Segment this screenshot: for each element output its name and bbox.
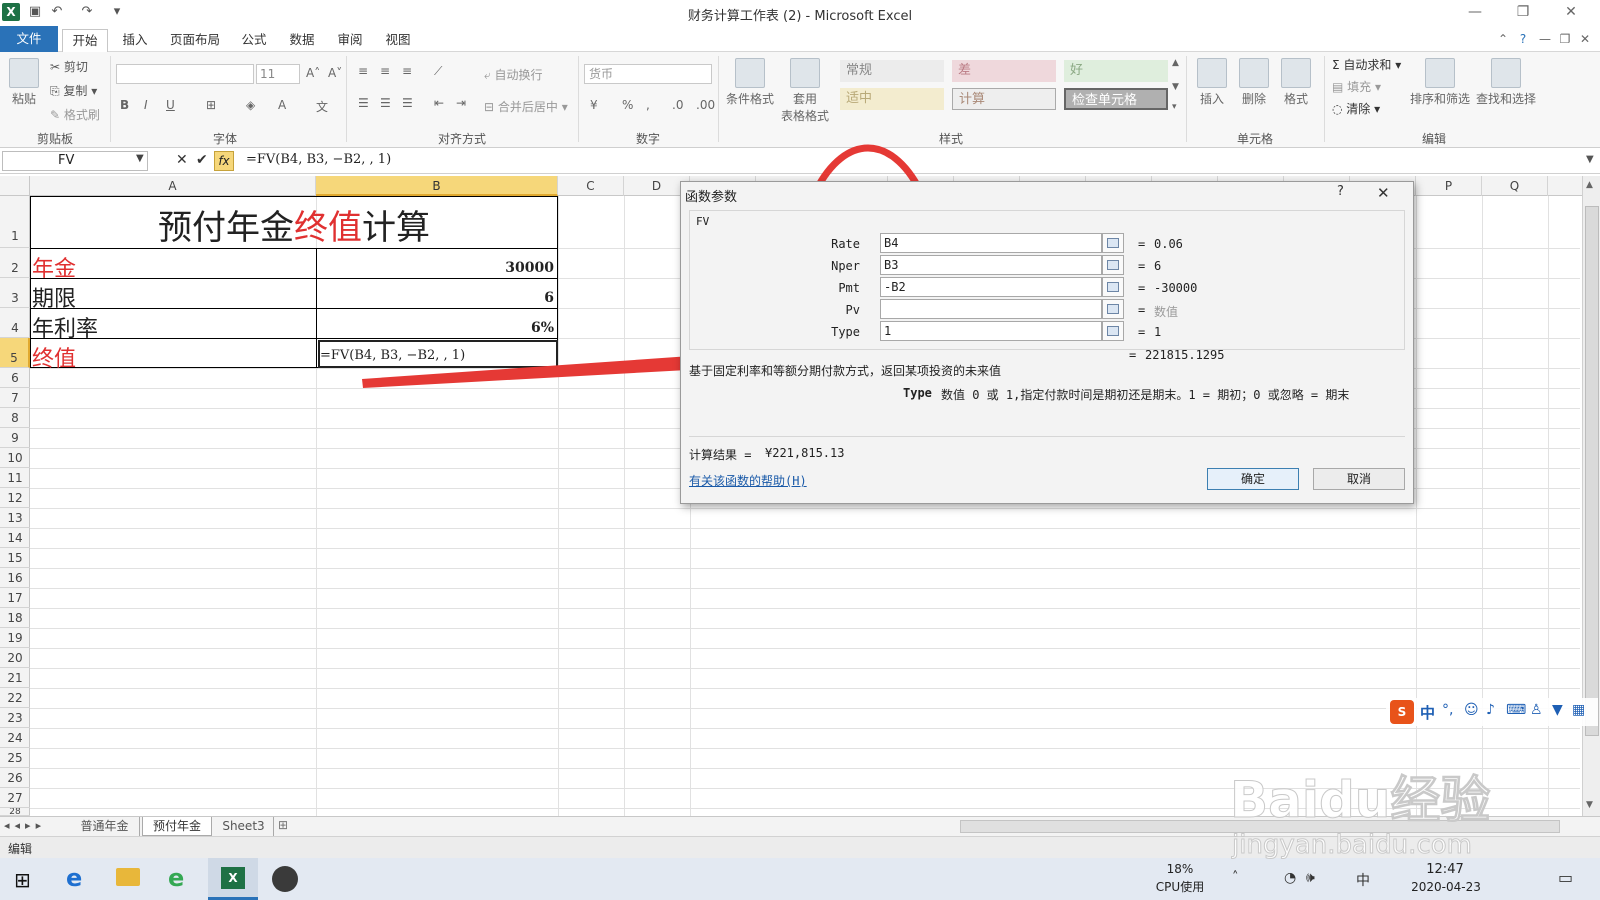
arg-label-rate: Rate [831,237,860,251]
browser-360-icon[interactable]: e [168,864,184,892]
media-app-icon[interactable] [272,866,298,892]
scroll-down-icon[interactable]: ▼ [1586,800,1593,810]
sheet-nav-arrows-icon[interactable]: ◂◂▸▸ [4,819,46,832]
arg-value-nper: 6 [1154,259,1162,273]
collapse-dialog-icon[interactable] [1102,321,1124,341]
collapse-dialog-icon[interactable] [1102,255,1124,275]
ime-toolbox-icon[interactable]: ▦ [1572,702,1585,718]
equals-sign: = [1129,348,1137,362]
function-description: 基于固定利率和等额分期付款方式，返回某项投资的未来值 [689,364,1002,378]
arg-help-name: Type [903,386,932,400]
arg-label-type: Type [831,325,860,339]
edge-browser-icon[interactable]: e [66,864,82,892]
arguments-group: FV Rate B4 = 0.06 Nper B3 = 6 Pmt -B2 = … [689,210,1405,350]
arg-label-pv: Pv [845,303,860,317]
function-name: FV [696,215,710,228]
ime-emoji-icon[interactable]: ☺ [1464,702,1479,718]
tray-chevron-icon[interactable]: ˄ [1232,870,1239,885]
cancel-button[interactable]: 取消 [1313,468,1405,490]
collapse-dialog-icon[interactable] [1102,299,1124,319]
equals-sign: = [1138,237,1146,251]
dialog-title: 函数参数 [685,190,738,205]
windows-start-icon[interactable]: ⊞ [14,868,31,892]
sheet-tab[interactable]: 普通年金 [70,817,140,836]
arg-help-text: 数值 0 或 1,指定付款时间是期初还是期末。1 = 期初；0 或忽略 = 期末 [941,388,1350,402]
clock-time[interactable]: 12:47 [1410,862,1480,877]
collapse-dialog-icon[interactable] [1102,233,1124,253]
windows-taskbar: ⊞ e e X 18% CPU使用 ˄ ◔ 🕪 中 12:47 2020-04-… [0,858,1600,900]
dialog-help-button[interactable]: ? [1337,184,1344,199]
ime-keyboard-icon[interactable]: ⌨ [1506,702,1526,718]
arg-value-pmt: -30000 [1154,281,1198,295]
watermark-brand: Baidu经验 [1229,771,1491,830]
arg-input-pmt[interactable]: -B2 [880,277,1102,297]
equals-sign: = [1138,303,1146,317]
result-label: 计算结果 = [689,448,752,462]
arg-input-nper[interactable]: B3 [880,255,1102,275]
excel-taskbar-icon: X [221,867,245,889]
vertical-scroll-thumb[interactable] [1585,206,1599,736]
cpu-label: CPU使用 [1155,880,1205,894]
watermark-url: jingyan.baidu.com [1232,830,1473,861]
divider [689,436,1405,437]
collapse-dialog-icon[interactable] [1102,277,1124,297]
ime-skin-icon[interactable]: ▼ [1552,702,1563,718]
scroll-up-icon[interactable]: ▲ [1586,180,1593,190]
status-mode: 编辑 [8,842,33,856]
sogou-logo-icon: S [1390,700,1414,724]
equals-sign: = [1138,259,1146,273]
ime-indicator[interactable]: 中 [1356,870,1370,890]
arg-input-type[interactable]: 1 [880,321,1102,341]
cpu-percent: 18% [1166,862,1194,876]
new-sheet-icon[interactable]: ⊞ [278,818,288,832]
arg-label-pmt: Pmt [838,281,860,295]
clock-date[interactable]: 2020-04-23 [1406,880,1486,894]
sheet-tab[interactable]: Sheet3 [214,817,274,836]
arg-input-pv[interactable] [880,299,1102,319]
function-help-link[interactable]: 有关该函数的帮助(H) [689,472,807,489]
ime-mode-icon[interactable]: 中 [1420,702,1435,723]
ime-user-icon[interactable]: ♙ [1530,702,1543,718]
formula-result-inline: 221815.1295 [1145,348,1225,362]
taskbar-excel-active[interactable]: X [208,858,258,900]
equals-sign: = [1138,281,1146,295]
ime-toolbar[interactable]: S 中 °, ☺ ♪ ⌨ ♙ ▼ ▦ [1386,698,1598,726]
arg-value-type: 1 [1154,325,1162,339]
arg-value-pv: 数值 [1154,305,1179,319]
notification-center-icon[interactable]: ▭ [1558,868,1573,887]
file-explorer-icon[interactable] [116,868,140,886]
result-value: ¥221,815.13 [765,446,845,460]
ok-button[interactable]: 确定 [1207,468,1299,490]
ime-punctuation-icon[interactable]: °, [1442,702,1453,718]
arg-label-nper: Nper [831,259,860,273]
dialog-close-icon[interactable]: ✕ [1377,184,1390,202]
sheet-tab-active[interactable]: 预付年金 [142,817,212,836]
volume-icon[interactable]: 🕪 [1306,870,1315,886]
arg-input-rate[interactable]: B4 [880,233,1102,253]
function-arguments-dialog[interactable]: 函数参数 ? ✕ FV Rate B4 = 0.06 Nper B3 = 6 P… [680,181,1414,504]
equals-sign: = [1138,325,1146,339]
network-icon[interactable]: ◔ [1284,870,1296,886]
arg-value-rate: 0.06 [1154,237,1183,251]
ime-voice-icon[interactable]: ♪ [1486,702,1495,718]
